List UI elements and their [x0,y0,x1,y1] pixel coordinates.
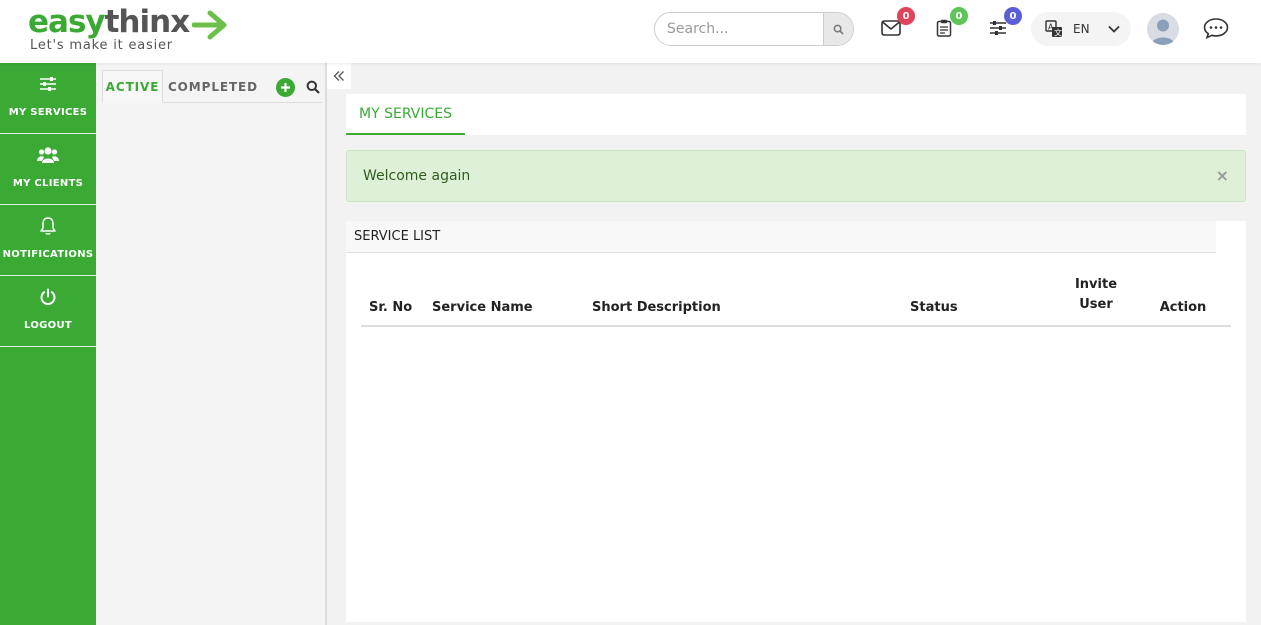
collapse-panel-button[interactable] [327,63,351,89]
column-header-action[interactable]: Action [1135,271,1231,327]
sidebar-item-logout[interactable]: LOGOUT [0,276,96,347]
settings-badge: 0 [1004,7,1022,25]
column-header-service-name[interactable]: Service Name [424,271,584,327]
column-header-short-description[interactable]: Short Description [584,271,902,327]
search-button[interactable] [823,13,853,45]
user-avatar[interactable] [1147,13,1179,45]
settings-button[interactable]: 0 [980,7,1022,46]
service-table: Sr. No Service Name Short Description St… [361,271,1231,327]
service-list-title: SERVICE LIST [346,221,1216,253]
table-header-row: Sr. No Service Name Short Description St… [361,271,1231,327]
search-icon [833,24,844,35]
power-icon [39,286,57,308]
messages-button[interactable]: 0 [873,7,915,46]
tasks-badge: 0 [950,7,968,25]
tasks-button[interactable]: 0 [926,7,968,46]
logo-arrow-icon [192,10,227,40]
column-header-status[interactable]: Status [902,271,1057,327]
sliders-icon [990,21,1006,35]
sidebar-item-label: MY CLIENTS [12,178,84,189]
main-content: MY SERVICES Welcome again × SERVICE LIST… [346,94,1246,622]
column-header-invite-user[interactable]: Invite User [1057,271,1135,327]
envelope-icon [881,20,901,36]
tab-completed[interactable]: COMPLETED [163,70,263,103]
panel-search-button[interactable] [306,79,320,98]
sidebar-item-notifications[interactable]: NOTIFICATIONS [0,205,96,276]
chevron-down-icon [1107,25,1120,33]
top-bar: easythinx Let's make it easier 0 0 0 A文 … [0,0,1261,63]
column-header-invite-user-label: Invite User [1074,277,1118,312]
tab-active[interactable]: ACTIVE [102,70,163,103]
sliders-icon [39,73,57,95]
language-label: EN [1073,22,1090,36]
bell-icon [39,215,57,237]
sidebar: MY SERVICES MY CLIENTS NOTIFICATIONS LOG… [0,63,96,625]
sidebar-item-label: LOGOUT [24,320,72,331]
logo-thinx: thinx [104,4,191,40]
search-box [654,12,854,46]
logo-easy: easy [28,4,106,40]
logo-tagline: Let's make it easier [30,38,173,53]
add-service-button[interactable] [276,78,295,97]
logo-wordmark: easythinx [28,4,191,40]
messages-badge: 0 [897,7,915,25]
svg-text:文: 文 [1054,28,1062,38]
language-selector[interactable]: A文 EN [1031,12,1131,46]
chat-button[interactable] [1198,10,1234,46]
search-input[interactable] [655,13,825,45]
plus-icon [281,83,290,92]
users-icon [37,144,59,166]
main-tabs: MY SERVICES [346,94,1246,135]
double-chevron-left-icon [333,71,344,81]
sidebar-item-my-services[interactable]: MY SERVICES [0,63,96,134]
avatar-icon [1151,19,1175,45]
logo[interactable]: easythinx Let's make it easier [28,4,227,53]
sidebar-item-my-clients[interactable]: MY CLIENTS [0,134,96,205]
alert-message: Welcome again [363,168,471,184]
service-list-card: SERVICE LIST Sr. No Service Name Short D… [346,221,1246,622]
search-icon [306,80,320,94]
sidebar-item-label: MY SERVICES [8,107,88,118]
clipboard-icon [936,19,952,37]
alert-close-button[interactable]: × [1216,166,1229,185]
tab-my-services[interactable]: MY SERVICES [346,94,465,135]
welcome-alert: Welcome again × [346,150,1246,202]
sidebar-item-label: NOTIFICATIONS [2,249,94,260]
services-panel: ACTIVE COMPLETED [96,63,327,625]
chat-bubble-icon [1203,18,1229,39]
translate-icon: A文 [1045,20,1062,38]
column-header-sr-no[interactable]: Sr. No [361,271,424,327]
panel-tabs: ACTIVE COMPLETED [102,70,322,103]
